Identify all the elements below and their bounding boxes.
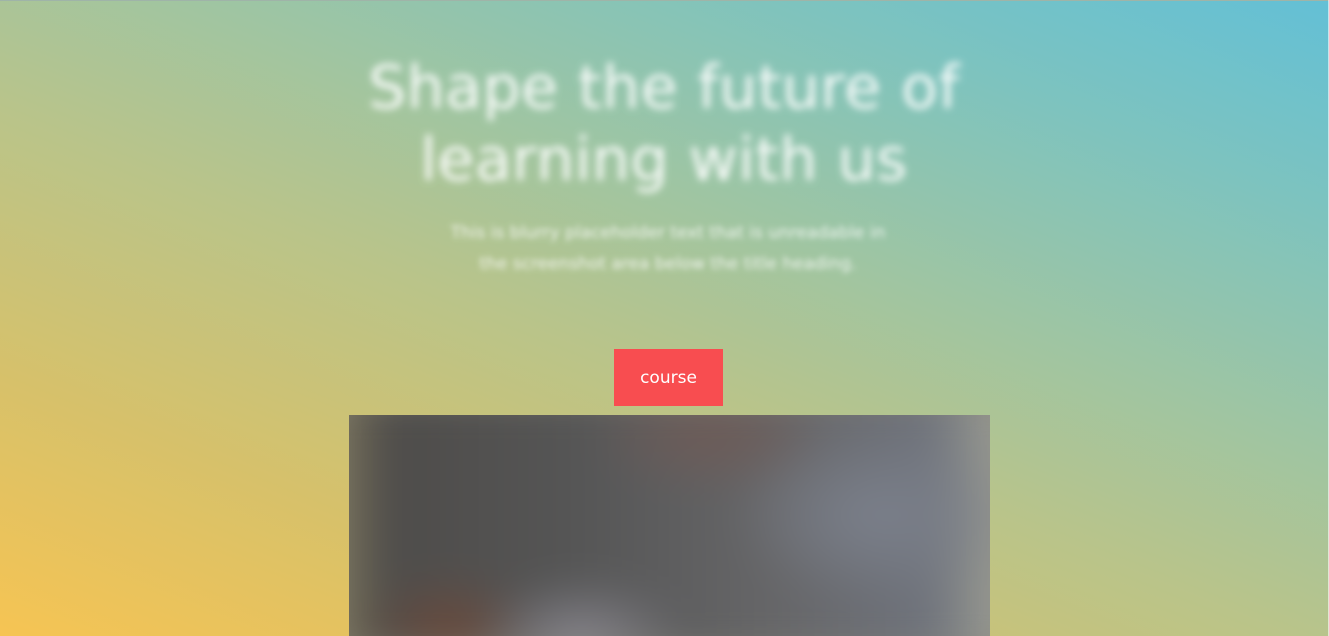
top-border — [0, 0, 1329, 1]
video-thumbnail-image — [349, 415, 990, 636]
hero-title: Shape the future of learning with us — [368, 53, 960, 195]
hero-video-preview[interactable] — [349, 415, 990, 636]
course-button[interactable]: course — [614, 349, 723, 406]
hero-subtitle: This is blurry placeholder text that is … — [450, 223, 886, 274]
